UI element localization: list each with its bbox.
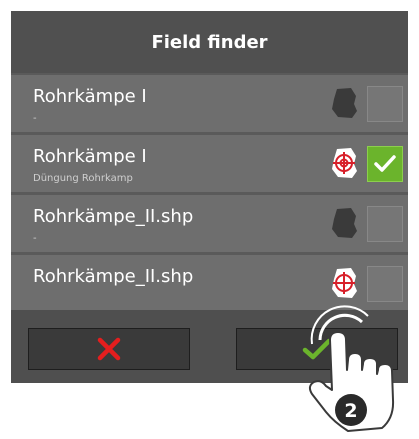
field-row[interactable]: Rohrkämpe_II.shp - xyxy=(11,195,408,252)
field-checkbox-checked[interactable] xyxy=(367,146,403,182)
field-checkbox[interactable] xyxy=(367,206,403,242)
field-shape-icon xyxy=(332,208,357,238)
title-bar: Field finder xyxy=(11,11,408,73)
field-row[interactable]: Rohrkämpe I - xyxy=(11,75,408,132)
target-field-icon xyxy=(332,148,357,178)
field-shape-icon xyxy=(332,88,357,118)
field-checkbox[interactable] xyxy=(367,86,403,122)
field-name: Rohrkämpe_II.shp xyxy=(33,266,194,287)
field-subtitle: - xyxy=(33,233,37,244)
field-name: Rohrkämpe I xyxy=(33,86,147,107)
field-name: Rohrkämpe_II.shp xyxy=(33,206,194,227)
field-subtitle: Düngung Rohrkamp xyxy=(33,173,133,184)
target-field-icon xyxy=(332,268,357,298)
checkmark-icon xyxy=(374,155,396,172)
cancel-button[interactable] xyxy=(28,328,190,370)
tap-gesture-overlay: 2 xyxy=(308,305,395,432)
field-subtitle: - xyxy=(33,113,37,124)
dialog-title: Field finder xyxy=(151,31,268,53)
field-checkbox[interactable] xyxy=(367,266,403,302)
cancel-icon xyxy=(97,337,121,361)
field-row[interactable]: Rohrkämpe I Düngung Rohrkamp xyxy=(11,135,408,192)
field-name: Rohrkämpe I xyxy=(33,146,147,167)
field-list[interactable]: Rohrkämpe I - Rohrkämpe I Düngung Rohrka… xyxy=(11,73,408,310)
step-number: 2 xyxy=(344,400,357,422)
